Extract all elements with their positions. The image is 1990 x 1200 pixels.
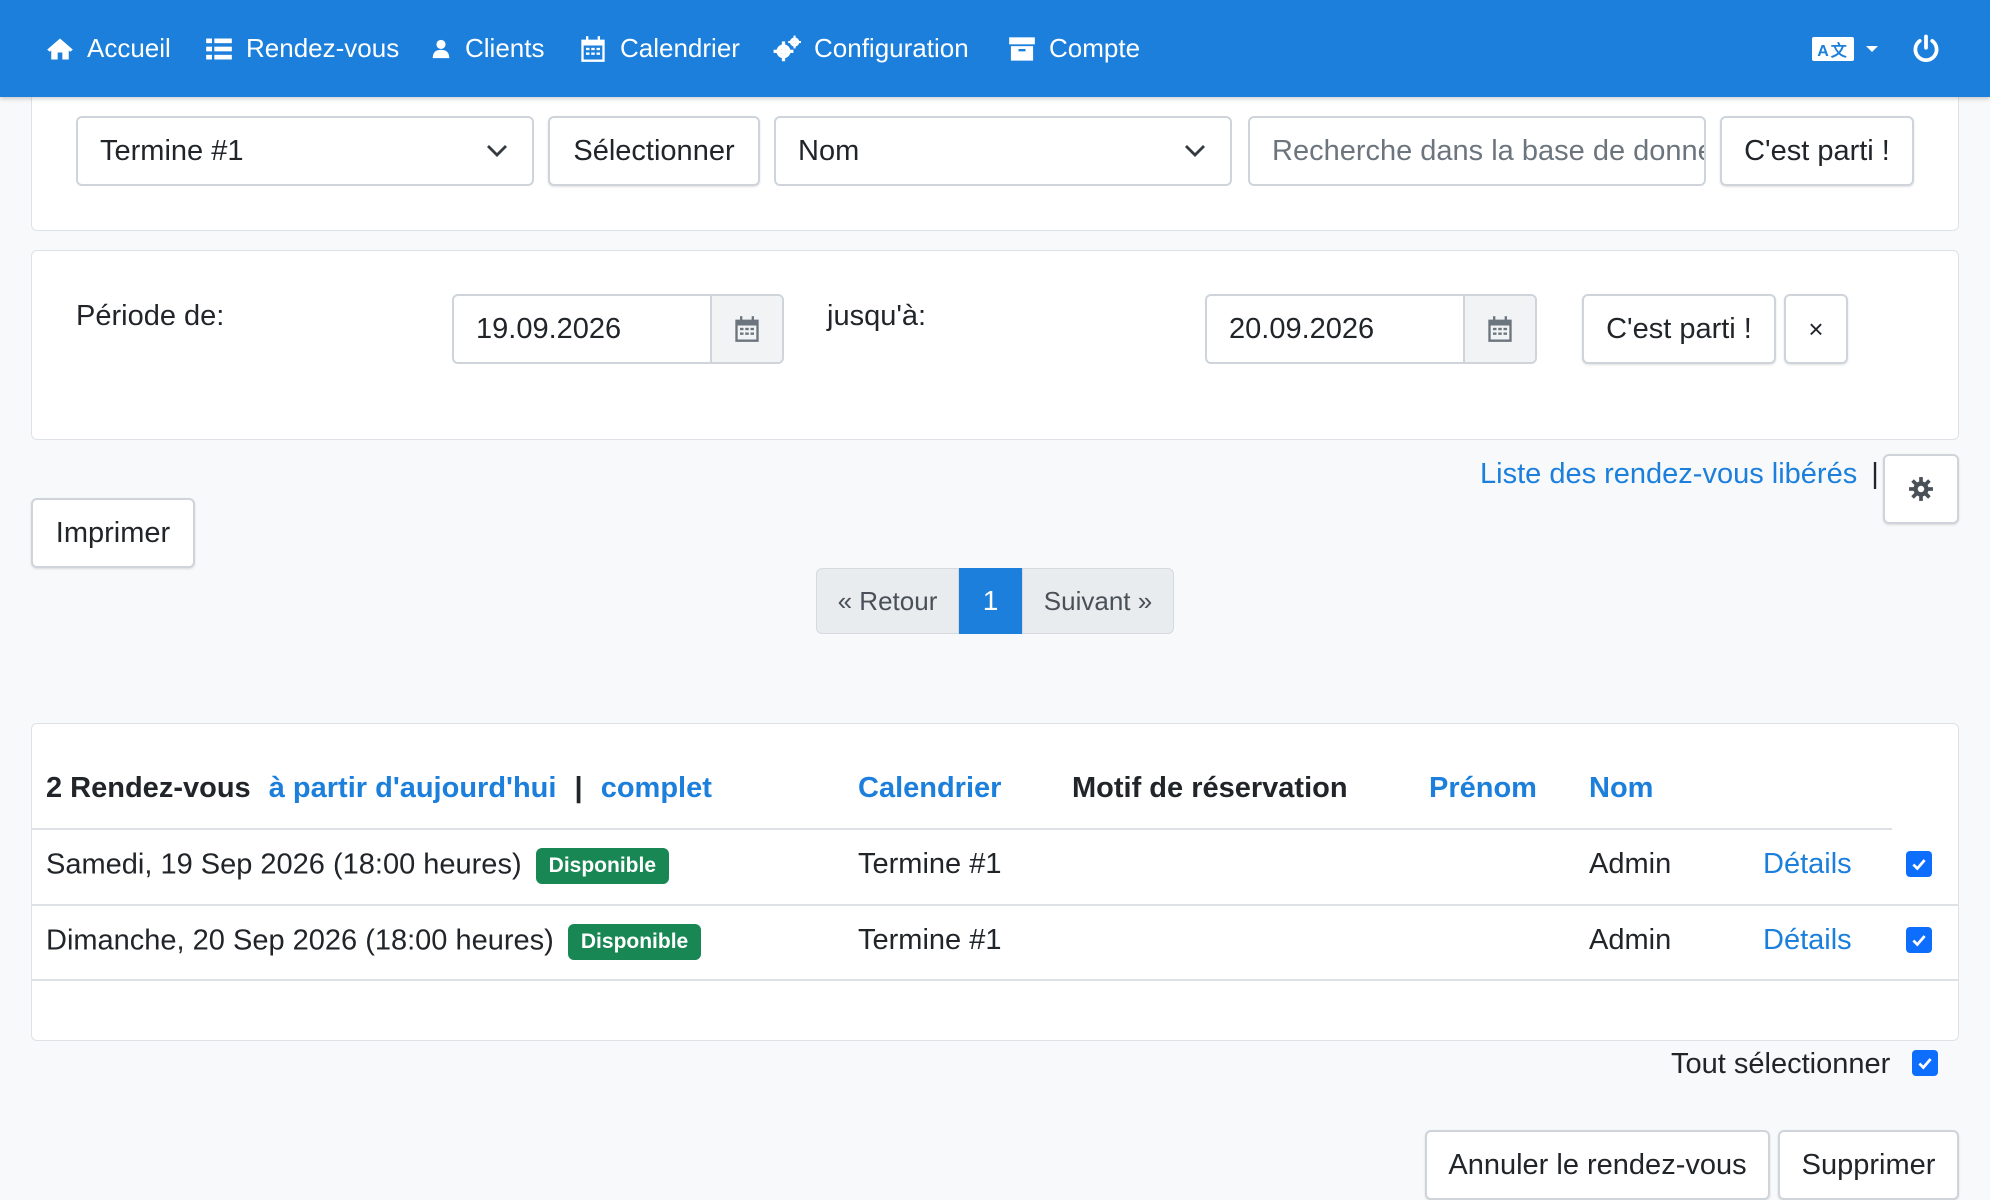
user-icon [432, 39, 450, 58]
date-from-input[interactable]: 19.09.2026 [452, 294, 784, 364]
nav-compte[interactable]: Compte [1008, 0, 1140, 97]
select-button[interactable]: Sélectionner [548, 116, 760, 186]
top-navbar: Accueil Rendez-vous Clients Calendrier C… [0, 0, 1990, 97]
chevron-down-icon [1185, 145, 1205, 157]
row-checkbox[interactable] [1906, 927, 1932, 953]
nav-accueil-label: Accueil [87, 33, 171, 63]
appointment-lastname: Admin [1589, 848, 1672, 880]
released-appointments-link[interactable]: Liste des rendez-vous libérés [1480, 458, 1857, 490]
settings-button[interactable] [1883, 454, 1959, 524]
period-from-label: Période de: [76, 300, 225, 332]
date-to-input[interactable]: 20.09.2026 [1205, 294, 1537, 364]
nav-calendrier[interactable]: Calendrier [579, 0, 740, 97]
search-go-button[interactable]: C'est parti ! [1720, 116, 1914, 186]
date-from-calendar-button[interactable] [710, 296, 782, 362]
filter-separator: | [574, 772, 583, 804]
nav-configuration[interactable]: Configuration [773, 0, 969, 97]
row-checkbox[interactable] [1906, 851, 1932, 877]
select-all-checkbox[interactable] [1912, 1050, 1938, 1076]
period-to-label: jusqu'à: [827, 300, 927, 332]
details-link[interactable]: Détails [1763, 924, 1852, 957]
select-all-label: Tout sélectionner [1671, 1048, 1891, 1080]
period-go-button[interactable]: C'est parti ! [1582, 294, 1776, 364]
date-from-value: 19.09.2026 [476, 312, 622, 345]
status-badge: Disponible [535, 848, 670, 884]
nav-configuration-label: Configuration [814, 33, 969, 63]
power-icon[interactable] [1911, 34, 1941, 64]
details-link[interactable]: Détails [1763, 848, 1852, 881]
appointment-date: Samedi, 19 Sep 2026 (18:00 heures) [46, 848, 522, 881]
filter-from-today-link[interactable]: à partir d'aujourd'hui [269, 772, 557, 804]
delete-button[interactable]: Supprimer [1778, 1130, 1959, 1200]
table-row: Samedi, 19 Sep 2026 (18:00 heures) Dispo… [46, 848, 670, 884]
translate-icon: A文 [1812, 36, 1854, 61]
appointment-count: 2 Rendez-vous [46, 772, 251, 804]
cancel-appointment-button[interactable]: Annuler le rendez-vous [1425, 1130, 1770, 1200]
field-select[interactable]: Nom [774, 116, 1232, 186]
column-header-firstname[interactable]: Prénom [1429, 772, 1537, 805]
clear-period-button[interactable]: × [1784, 294, 1848, 364]
chevron-down-icon [487, 145, 507, 157]
check-icon [1912, 935, 1926, 947]
column-header-reason: Motif de réservation [1072, 772, 1348, 804]
check-icon [1912, 859, 1926, 871]
calendar-icon [1488, 316, 1512, 342]
pagination: « Retour 1 Suivant » [816, 568, 1174, 634]
pagination-next[interactable]: Suivant » [1022, 568, 1174, 634]
appointment-lastname: Admin [1589, 924, 1672, 956]
date-to-value: 20.09.2026 [1229, 312, 1375, 345]
row-divider [32, 979, 1958, 981]
calendar-select-value: Termine #1 [100, 134, 244, 167]
gear-icon [1909, 477, 1933, 501]
nav-rendez-vous-label: Rendez-vous [246, 33, 400, 63]
pagination-page-current[interactable]: 1 [959, 568, 1022, 634]
filter-complete-link[interactable]: complet [601, 772, 712, 804]
search-input-placeholder: Recherche dans la base de données [1272, 134, 1706, 167]
print-button[interactable]: Imprimer [31, 498, 195, 568]
column-header-lastname[interactable]: Nom [1589, 772, 1653, 805]
field-select-value: Nom [798, 134, 860, 167]
appointment-calendar: Termine #1 [858, 848, 1002, 880]
pagination-prev[interactable]: « Retour [816, 568, 959, 634]
home-icon [47, 38, 73, 59]
check-icon [1918, 1058, 1932, 1070]
cogs-icon [773, 35, 801, 61]
released-list-row: Liste des rendez-vous libérés | [1480, 458, 1879, 491]
table-heading-row: 2 Rendez-vous à partir d'aujourd'hui | c… [46, 772, 712, 805]
date-to-calendar-button[interactable] [1463, 296, 1535, 362]
nav-accueil[interactable]: Accueil [46, 0, 171, 97]
nav-compte-label: Compte [1049, 33, 1141, 63]
toolbar-separator: | [1871, 458, 1879, 490]
column-header-calendar[interactable]: Calendrier [858, 772, 1001, 805]
calendar-icon [581, 35, 605, 62]
row-divider [32, 904, 1958, 906]
nav-clients-label: Clients [465, 33, 545, 63]
search-input[interactable]: Recherche dans la base de données [1248, 116, 1706, 186]
nav-calendrier-label: Calendrier [620, 33, 740, 63]
status-badge: Disponible [567, 924, 702, 960]
language-dropdown[interactable]: A文 [1812, 0, 1878, 97]
nav-rendez-vous[interactable]: Rendez-vous [205, 0, 399, 97]
archive-icon [1009, 36, 1035, 61]
list-icon [206, 38, 232, 59]
appointment-date: Dimanche, 20 Sep 2026 (18:00 heures) [46, 924, 554, 957]
nav-clients[interactable]: Clients [430, 0, 544, 97]
table-row: Dimanche, 20 Sep 2026 (18:00 heures) Dis… [46, 924, 702, 960]
appointment-calendar: Termine #1 [858, 924, 1002, 956]
table-header-divider [32, 828, 1892, 830]
calendar-select[interactable]: Termine #1 [76, 116, 534, 186]
chevron-down-icon [1866, 45, 1878, 52]
calendar-icon [735, 316, 759, 342]
